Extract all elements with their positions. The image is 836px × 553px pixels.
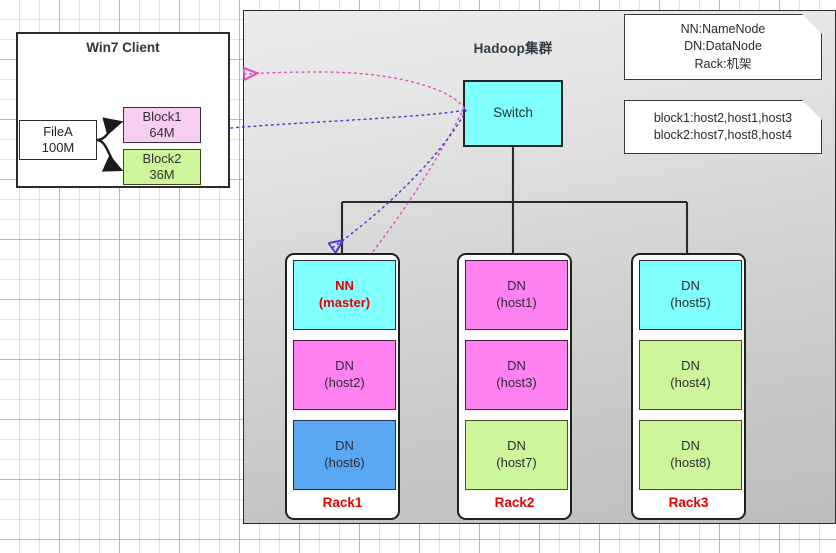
legend-line-dn: DN:DataNode bbox=[684, 39, 762, 54]
rack3-label: Rack3 bbox=[668, 495, 709, 510]
rack3-node-dn-host5: DN (host5) bbox=[639, 260, 742, 330]
block1-name: Block1 bbox=[142, 109, 182, 125]
rack2-node0-line1: DN bbox=[507, 278, 526, 294]
filea-box: FileA 100M bbox=[19, 120, 97, 160]
rack3-node-dn-host8: DN (host8) bbox=[639, 420, 742, 490]
rack-3: DN (host5) DN (host4) DN (host8) Rack3 bbox=[631, 253, 746, 520]
win7-client-title: Win7 Client bbox=[86, 40, 160, 55]
rack1-node0-line1: NN bbox=[335, 278, 354, 294]
rack2-node-dn-host7: DN (host7) bbox=[465, 420, 568, 490]
rack1-node2-line1: DN bbox=[335, 438, 354, 454]
rack1-node-dn-host6: DN (host6) bbox=[293, 420, 396, 490]
rack1-label: Rack1 bbox=[322, 495, 363, 510]
block2-box: Block2 36M bbox=[123, 149, 201, 185]
rack1-node-dn-host2: DN (host2) bbox=[293, 340, 396, 410]
rack2-node1-line1: DN bbox=[507, 358, 526, 374]
legend-line-block2: block2:host7,host8,host4 bbox=[653, 128, 793, 142]
rack-2: DN (host1) DN (host3) DN (host7) Rack2 bbox=[457, 253, 572, 520]
rack2-node1-line2: (host3) bbox=[496, 375, 537, 390]
block2-size: 36M bbox=[149, 167, 175, 182]
rack1-node1-line1: DN bbox=[335, 358, 354, 374]
legend-line-nn: NN:NameNode bbox=[680, 22, 766, 37]
rack3-node2-line2: (host8) bbox=[670, 455, 711, 470]
rack2-node-dn-host3: DN (host3) bbox=[465, 340, 568, 410]
legend-line-rack: Rack:机架 bbox=[694, 56, 752, 71]
rack1-node-nn-master: NN (master) bbox=[293, 260, 396, 330]
rack3-node1-line1: DN bbox=[681, 358, 700, 374]
rack1-node0-line2: (master) bbox=[318, 295, 371, 310]
switch-node: Switch bbox=[463, 80, 563, 147]
rack3-node0-line2: (host5) bbox=[670, 295, 711, 310]
filea-size: 100M bbox=[41, 140, 75, 155]
rack-1: NN (master) DN (host2) DN (host6) Rack1 bbox=[285, 253, 400, 520]
rack1-node1-line2: (host2) bbox=[324, 375, 365, 390]
diagram-canvas: Hadoop集群 Win7 Client FileA 100M Block1 6… bbox=[0, 0, 836, 553]
block2-name: Block2 bbox=[142, 151, 182, 167]
rack3-node1-line2: (host4) bbox=[670, 375, 711, 390]
rack3-node-dn-host4: DN (host4) bbox=[639, 340, 742, 410]
legend-note-abbreviations: NN:NameNode DN:DataNode Rack:机架 bbox=[624, 14, 822, 80]
rack3-node0-line1: DN bbox=[681, 278, 700, 294]
rack2-node2-line2: (host7) bbox=[496, 455, 537, 470]
rack2-label: Rack2 bbox=[494, 495, 535, 510]
rack2-node0-line2: (host1) bbox=[496, 295, 537, 310]
block1-box: Block1 64M bbox=[123, 107, 201, 143]
switch-label: Switch bbox=[493, 105, 533, 121]
filea-name: FileA bbox=[43, 124, 73, 140]
legend-line-block1: block1:host2,host1,host3 bbox=[653, 110, 793, 125]
legend-note-block-placement: block1:host2,host1,host3 block2:host7,ho… bbox=[624, 100, 822, 154]
rack2-node2-line1: DN bbox=[507, 438, 526, 454]
rack3-node2-line1: DN bbox=[681, 438, 700, 454]
rack1-node2-line2: (host6) bbox=[324, 455, 365, 470]
rack2-node-dn-host1: DN (host1) bbox=[465, 260, 568, 330]
block1-size: 64M bbox=[149, 125, 175, 140]
